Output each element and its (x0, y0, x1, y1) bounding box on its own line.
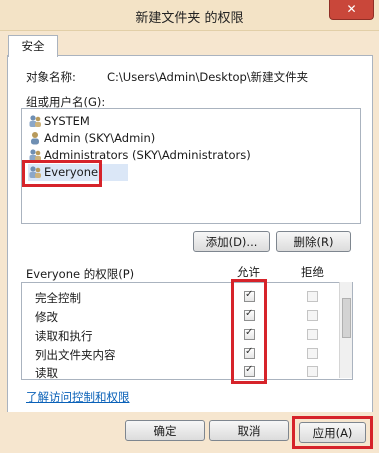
list-item-label: SYSTEM (44, 114, 90, 128)
ok-button[interactable]: 确定 (125, 420, 205, 441)
list-item[interactable]: SYSTEM (28, 113, 90, 130)
close-icon: ✕ (346, 2, 357, 16)
permission-row-name: 完全控制 (35, 291, 81, 305)
deny-checkbox[interactable] (307, 310, 318, 321)
highlight-box (231, 279, 267, 384)
deny-header: 拒绝 (301, 265, 324, 279)
window-title: 新建文件夹 的权限 (135, 11, 244, 26)
remove-button[interactable]: 删除(R) (276, 231, 351, 252)
allow-header: 允许 (237, 265, 260, 279)
permission-row-name: 读取和执行 (35, 329, 93, 343)
list-item[interactable]: Admin (SKY\Admin) (28, 130, 155, 147)
permissions-label: Everyone 的权限(P) (26, 267, 135, 281)
permissions-scrollbar[interactable] (339, 282, 352, 378)
permission-row-name: 读取 (35, 366, 58, 380)
tab-security[interactable]: 安全 (8, 35, 58, 57)
deny-checkbox[interactable] (307, 366, 318, 377)
object-name-label: 对象名称: (26, 70, 76, 84)
deny-checkbox[interactable] (307, 348, 318, 359)
close-button[interactable]: ✕ (329, 0, 374, 20)
advanced-permissions-link[interactable]: 了解访问控制和权限 (26, 389, 130, 405)
deny-checkbox[interactable] (307, 329, 318, 340)
highlight-box (22, 160, 102, 187)
user-icon (28, 131, 42, 145)
highlight-box (292, 416, 373, 449)
deny-checkbox[interactable] (307, 291, 318, 302)
permission-row-name: 修改 (35, 310, 58, 324)
object-name-value: C:\Users\Admin\Desktop\新建文件夹 (107, 70, 309, 84)
add-button[interactable]: 添加(D)... (193, 231, 270, 252)
group-icon (28, 114, 42, 128)
permission-row-name: 列出文件夹内容 (35, 348, 116, 362)
list-item-label: Admin (SKY\Admin) (44, 131, 156, 145)
scrollbar-thumb[interactable] (342, 298, 351, 338)
cancel-button[interactable]: 取消 (209, 420, 289, 441)
